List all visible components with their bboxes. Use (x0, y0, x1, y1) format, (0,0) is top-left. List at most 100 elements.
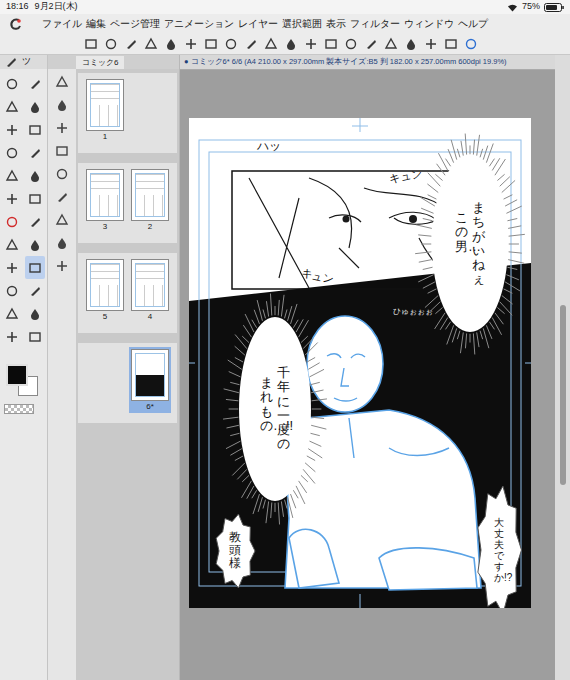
balloon-icon[interactable] (28, 330, 42, 344)
decoration-icon[interactable] (28, 238, 42, 252)
page-thumbnail[interactable]: 4 (129, 257, 171, 323)
airbrush-icon[interactable] (5, 238, 19, 252)
menu-item[interactable]: ウィンドウ (404, 16, 454, 31)
drop-icon[interactable] (5, 169, 19, 183)
select-icon[interactable] (364, 37, 378, 51)
page-settings-icon[interactable] (55, 144, 69, 158)
add-page-icon[interactable] (55, 98, 69, 112)
fill-icon[interactable] (5, 307, 19, 321)
manga-page[interactable]: まちがいねぇこの男…千年に一度のまれもの…!!大丈夫ですか!?教頭様キュンキュン… (189, 118, 531, 608)
menu-item[interactable]: ページ管理 (110, 16, 160, 31)
new-icon[interactable] (124, 37, 138, 51)
tone-icon[interactable] (28, 307, 42, 321)
page-thumbnail[interactable]: 3 (84, 167, 126, 233)
scrollbar-thumb[interactable] (560, 305, 566, 485)
menu-item[interactable]: ファイル (42, 16, 82, 31)
page-thumbnail-image[interactable] (131, 259, 169, 311)
tool-button[interactable] (2, 325, 23, 348)
tool-button[interactable] (2, 72, 23, 95)
undo-list-icon[interactable] (104, 37, 118, 51)
tool-button[interactable] (25, 256, 46, 279)
wand-icon[interactable] (28, 100, 42, 114)
text-icon[interactable] (5, 330, 19, 344)
page-thumbnail-image[interactable] (86, 169, 124, 221)
undo-icon[interactable] (264, 37, 278, 51)
snap-icon[interactable] (464, 37, 478, 51)
move-icon[interactable] (28, 77, 42, 91)
page-thumbnail-image[interactable] (131, 169, 169, 221)
tool-button[interactable] (2, 233, 23, 256)
gradient-icon[interactable] (5, 261, 19, 275)
brush-icon[interactable] (28, 215, 42, 229)
film-icon[interactable] (55, 190, 69, 204)
app-logo-icon[interactable] (8, 17, 24, 31)
tool-button[interactable] (2, 118, 23, 141)
eraser-icon[interactable] (28, 261, 42, 275)
lasso-icon[interactable] (28, 123, 42, 137)
tool-button[interactable] (25, 325, 46, 348)
pen-icon[interactable] (5, 192, 19, 206)
page-thumbnail[interactable]: 5 (84, 257, 126, 323)
loading-icon[interactable] (304, 37, 318, 51)
export-icon[interactable] (184, 37, 198, 51)
scrollbar[interactable] (555, 55, 570, 680)
story-icon[interactable] (55, 167, 69, 181)
grid-icon[interactable] (55, 259, 69, 273)
tool-button[interactable] (25, 233, 46, 256)
menu-item[interactable]: レイヤー (238, 16, 278, 31)
tool-button[interactable] (2, 302, 23, 325)
document-tab[interactable]: ● コミック6* 6/6 (A4 210.00 x 297.00mm 製本サイズ… (184, 56, 507, 67)
tool-button[interactable] (2, 95, 23, 118)
save-icon[interactable] (164, 37, 178, 51)
tool-button[interactable] (25, 141, 46, 164)
tool-button[interactable] (2, 210, 23, 233)
frame-icon[interactable] (28, 284, 42, 298)
page-thumbnail[interactable]: 2 (129, 167, 171, 233)
fill-icon[interactable] (344, 37, 358, 51)
tool-button[interactable] (25, 279, 46, 302)
clear-icon[interactable] (324, 37, 338, 51)
tool-button[interactable] (25, 95, 46, 118)
tool-button[interactable] (25, 72, 46, 95)
stack-icon[interactable] (55, 236, 69, 250)
transparent-swatch[interactable] (4, 404, 34, 414)
page-thumbnail-image[interactable] (86, 259, 124, 311)
pencil-tab-icon[interactable] (4, 55, 18, 69)
pen-icon[interactable] (244, 37, 258, 51)
deselect-icon[interactable] (384, 37, 398, 51)
panel-tab[interactable]: コミック6 (76, 56, 124, 69)
tool-tab-label[interactable]: ツ (22, 55, 31, 69)
line-icon[interactable] (5, 284, 19, 298)
tool-palette-tab[interactable]: ツ (0, 55, 47, 69)
tool-button[interactable] (25, 164, 46, 187)
tool-button[interactable] (25, 187, 46, 210)
blend-icon[interactable] (28, 169, 42, 183)
page-thumbnail[interactable]: 6* (129, 347, 171, 413)
eyedropper-icon[interactable] (5, 100, 19, 114)
main-color-swatch[interactable] (6, 364, 28, 386)
menu-item[interactable]: フィルター (350, 16, 400, 31)
menu-item[interactable]: 表示 (326, 16, 346, 31)
menu-item[interactable]: 編集 (86, 16, 106, 31)
paste-icon[interactable] (224, 37, 238, 51)
menu-item[interactable]: 選択範囲 (282, 16, 322, 31)
menu-item[interactable]: ヘルプ (458, 16, 488, 31)
page-thumbnail-image[interactable] (86, 79, 124, 131)
copy-page-icon[interactable] (55, 121, 69, 135)
layer-icon[interactable] (55, 75, 69, 89)
ruler-icon[interactable] (444, 37, 458, 51)
page-thumbnail-image[interactable] (131, 349, 169, 401)
tool-button[interactable] (2, 164, 23, 187)
invert-icon[interactable] (404, 37, 418, 51)
tool-button[interactable] (2, 187, 23, 210)
tool-button[interactable] (25, 118, 46, 141)
pencil-icon[interactable] (28, 192, 42, 206)
select-icon[interactable] (28, 146, 42, 160)
eraser-red-icon[interactable] (5, 215, 19, 229)
page-thumbnail[interactable]: 1 (84, 77, 126, 143)
tool-button[interactable] (2, 141, 23, 164)
layer-move-icon[interactable] (5, 123, 19, 137)
tool-button[interactable] (25, 302, 46, 325)
export-page-icon[interactable] (55, 213, 69, 227)
menu-item[interactable]: アニメーション (164, 16, 234, 31)
